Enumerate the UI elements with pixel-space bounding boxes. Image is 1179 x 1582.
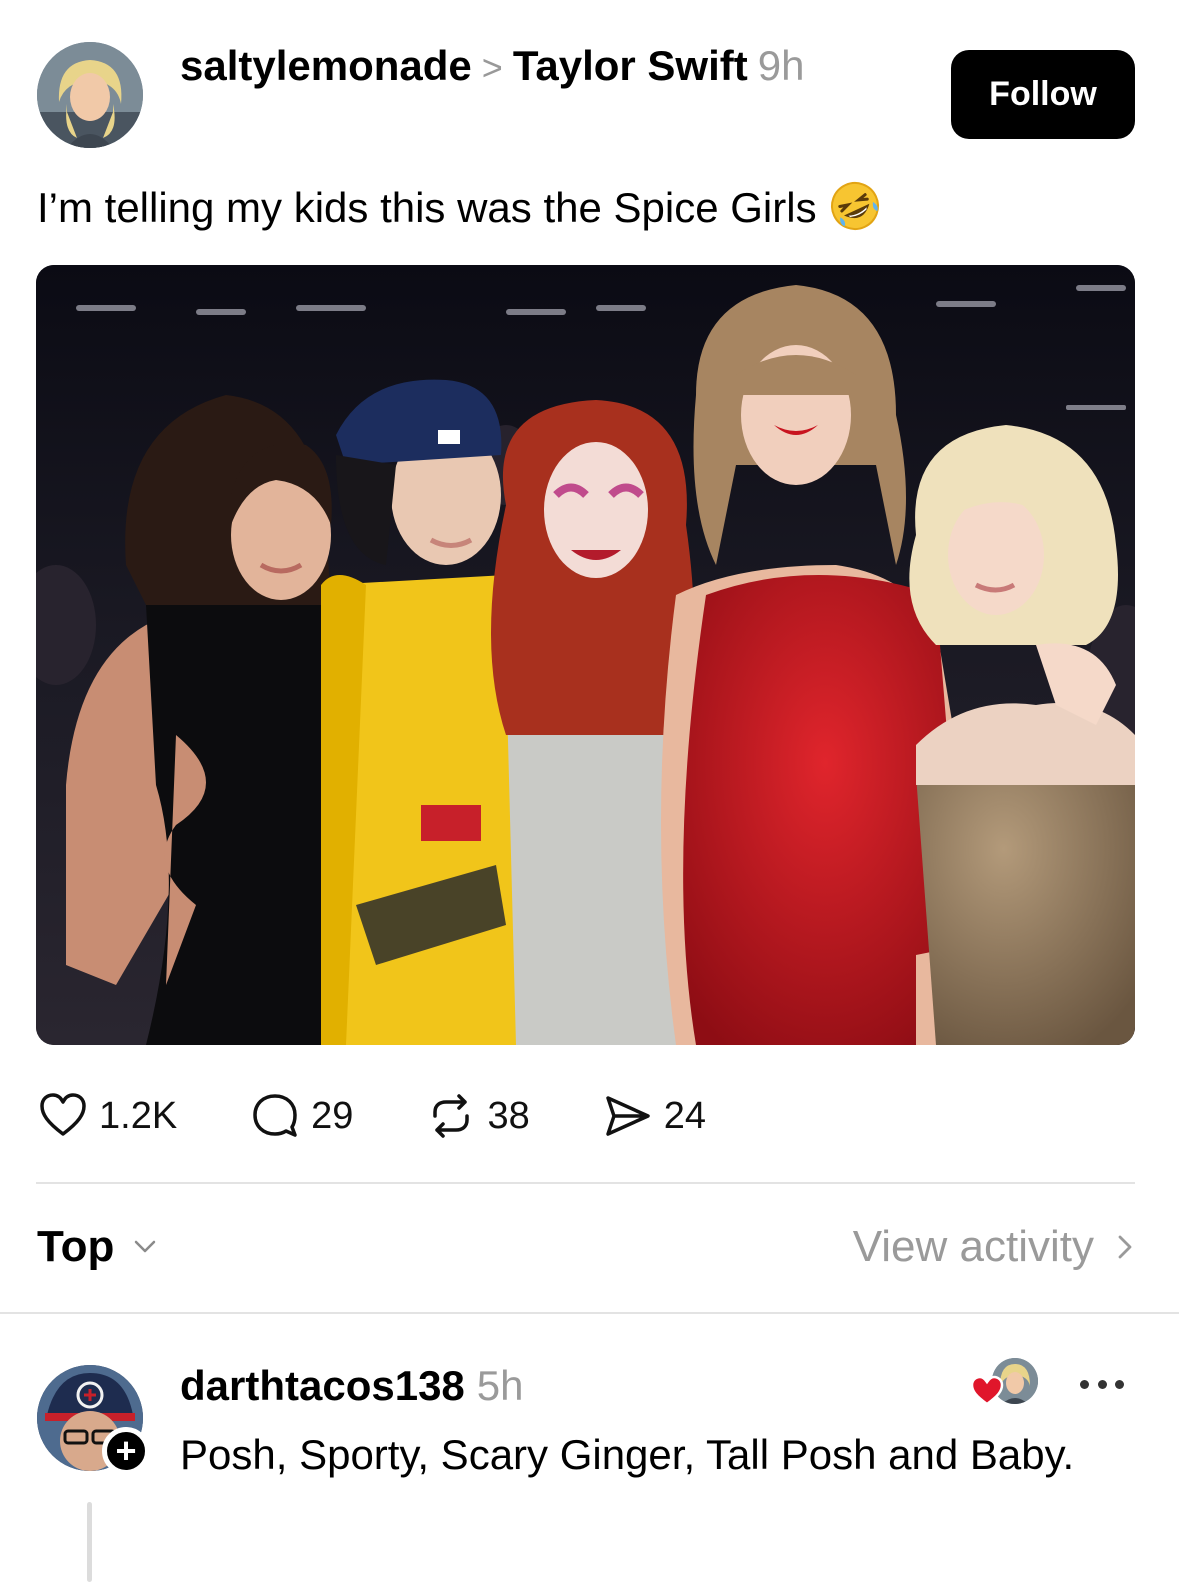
divider	[36, 1182, 1135, 1184]
more-dot	[1115, 1379, 1124, 1389]
view-activity-label: View activity	[852, 1222, 1094, 1271]
repost-icon	[433, 1094, 470, 1138]
sort-dropdown[interactable]: Top	[37, 1222, 162, 1272]
comment-time: 5h	[476, 1362, 524, 1409]
comment-icon	[253, 1094, 297, 1137]
send-icon	[605, 1096, 650, 1136]
more-options-button[interactable]	[1080, 1370, 1124, 1398]
thread-line	[87, 1502, 92, 1582]
more-dot	[1080, 1379, 1089, 1389]
view-activity-link[interactable]: View activity	[853, 1222, 1142, 1272]
more-dot	[1097, 1379, 1107, 1389]
comment-header: darthtacos138 5h	[180, 1358, 524, 1414]
post-header: saltylemonade > Taylor Swift 9h	[180, 38, 900, 96]
chevron-right-icon	[1118, 1235, 1132, 1259]
follow-button[interactable]: Follow	[951, 50, 1135, 139]
share-count: 24	[663, 1094, 707, 1137]
post-body: I’m telling my kids this was the Spice G…	[37, 180, 1137, 236]
post-time: 9h	[757, 42, 805, 89]
like-count: 1.2K	[99, 1094, 178, 1137]
repost-count: 38	[487, 1094, 530, 1137]
follow-plus-icon[interactable]: +	[102, 1427, 150, 1475]
chevron-right-icon: >	[481, 47, 503, 88]
comment-text: Posh, Sporty, Scary Ginger, Tall Posh an…	[180, 1431, 1075, 1478]
post-photo[interactable]	[36, 265, 1135, 1045]
section-divider	[0, 1312, 1179, 1314]
post-text: I’m telling my kids this was the Spice G…	[37, 184, 817, 231]
comment-count: 29	[311, 1094, 354, 1137]
post-actions: 1.2K 29 38 24	[37, 1088, 778, 1144]
author-name[interactable]: saltylemonade	[180, 42, 472, 89]
author-liked-indicator	[970, 1358, 1042, 1408]
heart-filled-icon	[970, 1375, 1004, 1406]
community-name[interactable]: Taylor Swift	[513, 42, 748, 89]
like-button[interactable]: 1.2K	[37, 1090, 177, 1142]
chevron-down-icon	[135, 1240, 156, 1253]
share-button[interactable]: 24	[602, 1090, 706, 1142]
sort-label: Top	[37, 1222, 115, 1271]
comment-button[interactable]: 29	[249, 1090, 353, 1142]
repost-button[interactable]: 38	[425, 1090, 530, 1142]
rolling-on-floor-laughing-emoji-icon	[830, 182, 879, 230]
commenter-name[interactable]: darthtacos138	[180, 1362, 465, 1409]
heart-icon	[40, 1093, 86, 1136]
author-avatar[interactable]	[37, 42, 143, 148]
